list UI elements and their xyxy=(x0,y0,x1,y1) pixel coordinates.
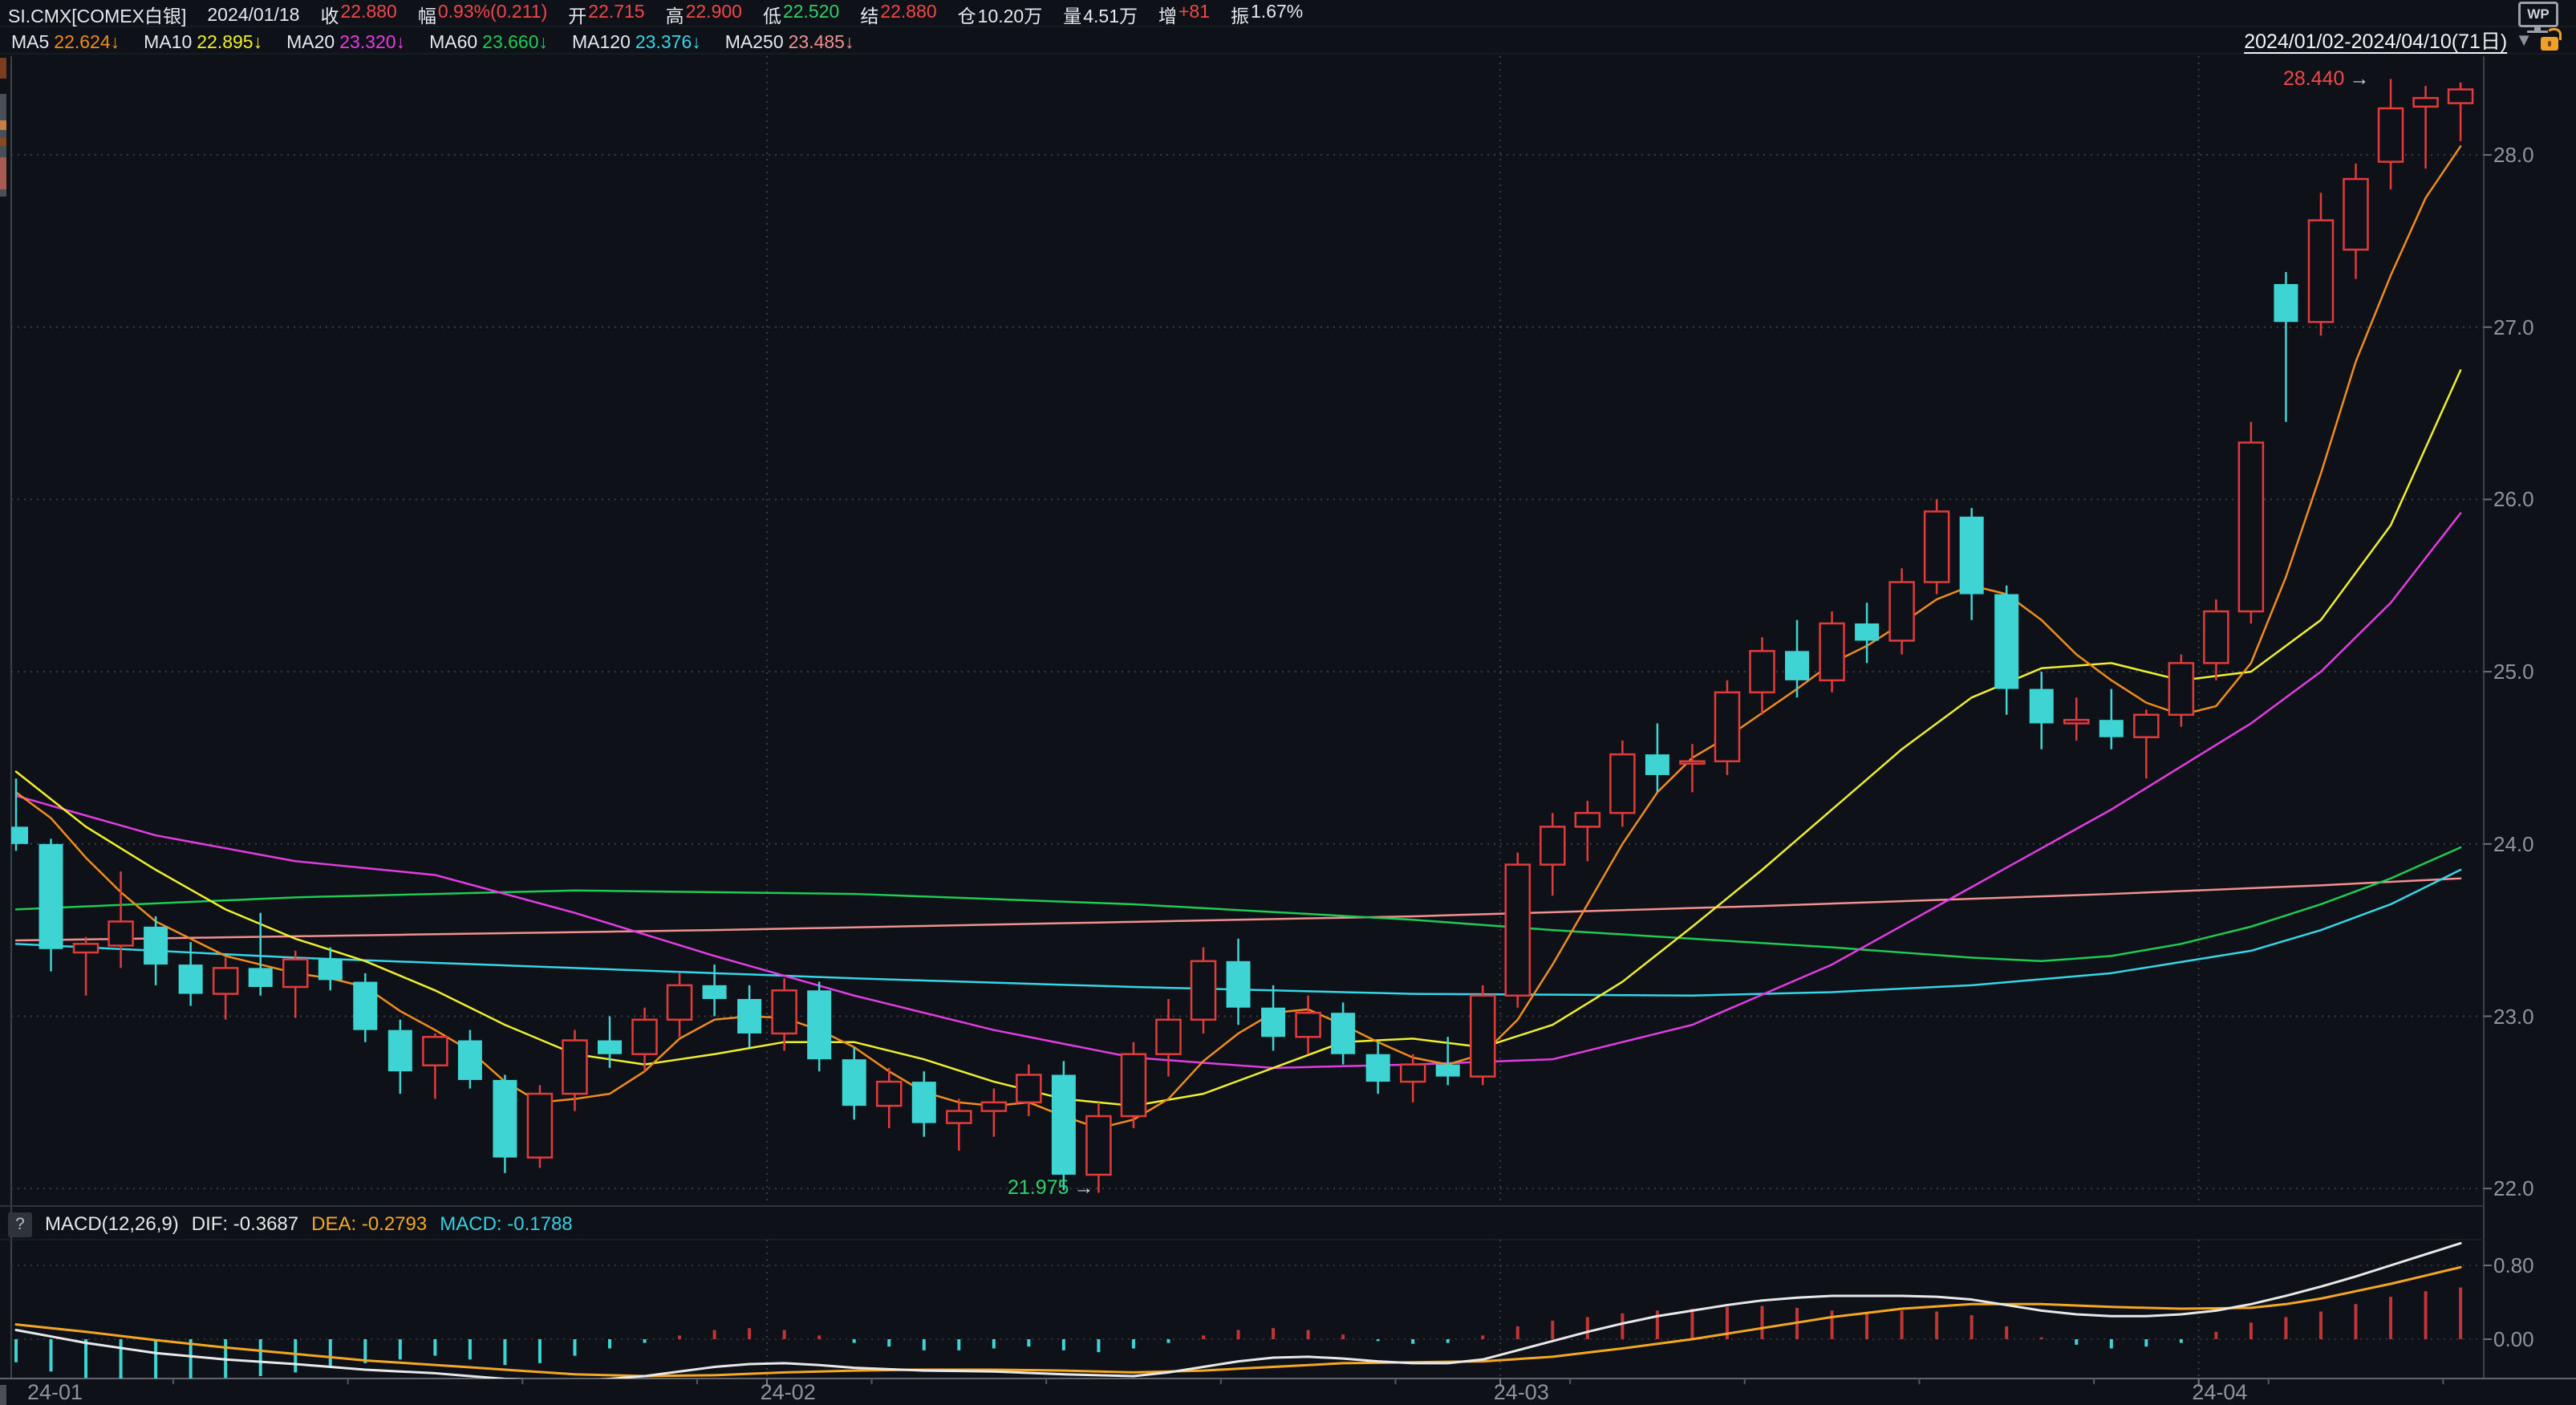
field-label: 仓 xyxy=(958,1,976,28)
help-button[interactable]: ? xyxy=(8,1212,32,1237)
field-value: 0.93%(0.211) xyxy=(438,1,547,28)
time-axis-label: 24-03 xyxy=(1494,1382,1549,1403)
field-value: 22.715 xyxy=(588,1,644,28)
field-label: 增 xyxy=(1158,1,1177,28)
price-tick-label: 23.0 xyxy=(2493,1006,2534,1027)
field-label: 高 xyxy=(666,1,684,28)
ma-label: MA10 xyxy=(144,31,192,53)
field-value: 4.51万 xyxy=(1083,1,1138,28)
header-field: 收22.880 xyxy=(320,1,396,28)
high-annotation: 28.440→ xyxy=(2283,67,2369,91)
header-date: 2024/01/18 xyxy=(207,4,299,26)
time-axis-label: 24-02 xyxy=(761,1382,816,1403)
field-value: 22.520 xyxy=(783,1,839,28)
price-tick-label: 25.0 xyxy=(2493,661,2534,682)
header-field: 量4.51万 xyxy=(1063,1,1138,28)
field-label: 开 xyxy=(568,1,586,28)
ma-value: 22.895↓ xyxy=(197,31,262,53)
left-edge-artifact xyxy=(0,58,6,79)
field-value: 22.900 xyxy=(686,1,742,28)
header-field: 低22.520 xyxy=(763,1,839,28)
header-field: 高22.900 xyxy=(666,1,742,28)
ma-label: MA20 xyxy=(286,31,335,53)
ma-legend-item: MA6023.660↓ xyxy=(429,31,548,53)
left-edge-artifact xyxy=(0,157,6,189)
ma-value: 23.376↓ xyxy=(635,31,701,53)
ma-legend-item: MA2023.320↓ xyxy=(286,31,405,53)
field-label: 结 xyxy=(860,1,878,28)
field-label: 幅 xyxy=(418,1,436,28)
ma-legend-item: MA25023.485↓ xyxy=(725,31,854,53)
dif-value: DIF: -0.3687 xyxy=(192,1213,298,1236)
ma-value: 23.660↓ xyxy=(482,31,548,53)
field-value: 10.20万 xyxy=(978,1,1043,28)
dropdown-caret-icon[interactable]: ▼ xyxy=(2515,30,2533,51)
wp-monitor-screen: WP xyxy=(2518,2,2558,27)
header-field: 仓10.20万 xyxy=(958,1,1043,28)
ma-label: MA5 xyxy=(11,31,49,53)
header-field: 增+81 xyxy=(1158,1,1210,28)
price-tick-label: 26.0 xyxy=(2493,489,2534,510)
left-edge-artifact xyxy=(0,1385,6,1405)
ma-legend-item: MA522.624↓ xyxy=(11,31,120,53)
ma-label: MA120 xyxy=(572,31,631,53)
time-axis-label: 24-04 xyxy=(2192,1382,2247,1403)
candles xyxy=(4,79,2473,1193)
field-value: 22.880 xyxy=(340,1,396,28)
low-annotation-value: 21.975 xyxy=(1008,1176,1069,1200)
ma-value: 23.485↓ xyxy=(789,31,854,53)
header-field: 幅0.93%(0.211) xyxy=(418,1,547,28)
candlestick-chart[interactable] xyxy=(0,0,2576,1405)
date-range-selector[interactable]: 2024/01/02-2024/04/10(71日) ▼ xyxy=(2244,26,2560,54)
left-edge-artifact xyxy=(0,120,6,130)
macd-toolbar: ? MACD(12,26,9) DIF: -0.3687 DEA: -0.279… xyxy=(8,1210,573,1239)
macd-value: MACD: -0.1788 xyxy=(440,1213,572,1236)
ma-legend-bar: MA522.624↓ MA1022.895↓ MA2023.320↓ MA6023.6… xyxy=(11,29,854,55)
high-annotation-value: 28.440 xyxy=(2283,67,2344,91)
date-range-text[interactable]: 2024/01/02-2024/04/10(71日) xyxy=(2244,26,2507,55)
price-tick-label: 28.0 xyxy=(2493,144,2534,165)
left-edge-artifact xyxy=(0,138,6,146)
ma-label: MA60 xyxy=(429,31,477,53)
right-arrow-icon: → xyxy=(1073,1176,1093,1200)
dea-line xyxy=(16,1267,2460,1376)
ma-value: 23.320↓ xyxy=(339,31,405,53)
low-annotation: 21.975→ xyxy=(1008,1176,1093,1200)
field-value: 22.880 xyxy=(880,1,936,28)
price-tick-label: 24.0 xyxy=(2493,834,2534,855)
chart-app: SI.CMX[COMEX白银] 2024/01/18 收22.880幅0.93%… xyxy=(0,0,2576,1405)
ma-value: 22.624↓ xyxy=(54,31,120,53)
field-value: +81 xyxy=(1178,1,1210,28)
macd-tick-label: 0.00 xyxy=(2493,1329,2534,1350)
ma-label: MA250 xyxy=(725,31,784,53)
field-label: 振 xyxy=(1231,1,1249,28)
dea-value: DEA: -0.2793 xyxy=(311,1213,427,1236)
price-tick-label: 27.0 xyxy=(2493,317,2534,338)
field-label: 量 xyxy=(1063,1,1081,28)
field-value: 1.67% xyxy=(1251,1,1303,28)
macd-title[interactable]: MACD(12,26,9) xyxy=(45,1213,179,1236)
macd-tick-label: 0.80 xyxy=(2493,1255,2534,1276)
unlock-icon[interactable] xyxy=(2541,28,2560,52)
field-label: 低 xyxy=(763,1,781,28)
header-field: 结22.880 xyxy=(860,1,936,28)
price-tick-label: 22.0 xyxy=(2493,1178,2534,1199)
field-label: 收 xyxy=(320,1,339,28)
ma-legend-item: MA1022.895↓ xyxy=(144,31,262,53)
time-axis-label: 24-01 xyxy=(27,1382,83,1403)
right-arrow-icon: → xyxy=(2349,67,2369,91)
ma-legend-item: MA12023.376↓ xyxy=(572,31,701,53)
header-field: 振1.67% xyxy=(1231,1,1303,28)
header-bar: SI.CMX[COMEX白银] 2024/01/18 收22.880幅0.93%… xyxy=(8,2,1303,27)
symbol-label: SI.CMX[COMEX白银] xyxy=(8,1,186,28)
header-fields: 收22.880幅0.93%(0.211)开22.715高22.900低22.52… xyxy=(320,1,1303,28)
header-field: 开22.715 xyxy=(568,1,644,28)
